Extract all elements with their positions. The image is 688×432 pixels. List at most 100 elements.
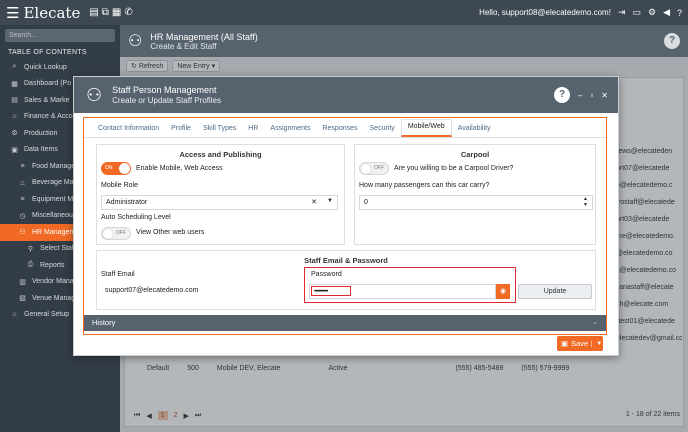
folder-icon: ▣ [11,146,18,154]
save-button[interactable]: ▣ Save ▼ [557,336,603,351]
modal-subtitle: Create or Update Staff Profiles [112,96,221,105]
passengers-stepper[interactable]: 0 ▲ ▼ [359,195,593,210]
toc-heading: TABLE OF CONTENTS [8,49,87,56]
sidebar-item-label: Data Items [24,146,58,154]
greeting-text: Hello, support08@elecatedemo.com! [479,8,611,17]
enable-web-label: Enable Mobile, Web Access [136,165,223,172]
megaphone-icon[interactable]: ◀ [663,7,670,18]
page-subtitle: Create & Edit Staff [150,41,217,51]
maximize-icon[interactable]: ▫ [590,91,593,100]
auto-scheduling-label: Auto Scheduling Level [101,214,171,221]
tab-responses[interactable]: Responses [316,125,363,137]
carpool-question: Are you willing to be a Carpool Driver? [394,165,514,172]
tab-profile[interactable]: Profile [165,125,197,137]
history-panel[interactable]: History ⌄ [84,315,606,331]
sidebar-item-label: Select Staff [40,245,76,253]
print-icon: ⎙ [27,261,34,269]
password-highlight-box [304,267,516,303]
carpool-toggle[interactable]: OFF [359,162,389,175]
tab-contact-information[interactable]: Contact Information [92,125,165,137]
folder-icon[interactable]: ▭ [632,7,641,18]
passengers-label: How many passengers can this car carry? [359,182,490,189]
modal-title: Staff Person Management [112,85,217,95]
people-icon: ⚇ [19,229,26,237]
staff-email-label: Staff Email [101,271,135,278]
brand-name: Elecate [23,3,81,22]
sidebar-item-label: Vendor Mana [32,278,74,286]
vendor-icon: ▥ [19,278,26,286]
mobile-role-select[interactable]: Administrator ✕ ▼ [101,195,338,210]
save-dropdown-icon[interactable]: ▼ [591,340,606,347]
brand[interactable]: ☰ Elecate ▤⧉▦✆ [6,4,136,22]
sidebar-item-label: Food Manage [32,162,76,170]
help-icon[interactable]: ? [554,87,570,103]
clock-icon: ◷ [19,212,26,220]
view-web-users-toggle[interactable]: OFF [101,227,131,240]
help-icon[interactable]: ? [664,33,680,49]
chart-icon: ▤ [11,97,18,105]
search-icon: ⌕ [12,63,17,71]
page-title: HR Management (All Staff) [150,31,258,42]
sidebar-item[interactable]: ⌕ Quick Lookup [0,59,120,76]
sidebar-search-input[interactable]: Search... [5,29,115,42]
tab-hr[interactable]: HR [242,125,264,137]
staff-email-field[interactable]: support07@elecatedemo.com [101,284,297,299]
sidebar-item-label: Production [24,129,58,137]
sidebar-item-label: Finance & Acco [24,113,73,121]
help-icon[interactable]: ? [677,8,682,18]
tab-security[interactable]: Security [364,125,401,137]
logout-icon[interactable]: ⇥ [618,7,626,18]
sidebar-item-label: Dashboard (Po [24,80,72,88]
list-icon: ≡ [20,162,25,170]
gear-icon[interactable]: ⚙ [648,7,656,18]
modal-body: Contact Information Profile Skill Types HR A… [83,117,607,335]
toolbar-icons[interactable]: ▤⧉▦✆ [89,7,135,18]
bank-icon: ⌂ [12,113,17,121]
chevron-down-icon[interactable]: ⌄ [592,318,598,326]
enable-web-toggle[interactable]: ON [101,162,131,175]
view-web-users-label: View Other web users [136,229,205,236]
email-password-heading: Staff Email & Password [304,256,388,265]
tab-strip: Contact Information Profile Skill Types HR A… [84,118,606,138]
history-label: History [92,318,116,327]
tab-mobile-web[interactable]: Mobile/Web [400,119,452,137]
sidebar-item-label: Venue Manag [32,294,76,302]
sidebar-item-label: General Setup [24,311,70,319]
update-button[interactable]: Update [518,284,592,299]
setup-icon: ⌂ [12,311,17,319]
clear-icon[interactable]: ✕ [311,198,317,206]
sidebar-item-label: Beverage Ma [32,179,74,187]
password-value-highlight [311,286,351,296]
top-bar: ☰ Elecate ▤⧉▦✆ Hello, support08@elecated… [0,0,688,25]
staff-modal: ⚇ Staff Person Management Create or Upda… [73,76,619,356]
save-icon: ▣ [561,339,569,348]
sidebar-item-label: HR Managem [32,228,76,236]
beverage-icon: ♨ [19,179,26,187]
person-icon: ⚇ [86,84,103,105]
sidebar-item-label: Reports [40,261,65,269]
sidebar-item-label: Sales & Marke [24,96,70,104]
production-icon: ⚙ [11,130,18,138]
list-icon: ≡ [20,195,25,203]
passengers-value: 0 [364,199,368,206]
tab-assignments[interactable]: Assignments [264,125,316,137]
page-header: ⚇ HR Management (All Staff) Create & Edi… [120,25,688,57]
tab-skill-types[interactable]: Skill Types [197,125,242,137]
toggle-on-text: ON [105,165,113,171]
modal-header: ⚇ Staff Person Management Create or Upda… [74,77,618,113]
tab-availability[interactable]: Availability [452,125,497,137]
venue-icon: ▧ [19,295,26,303]
dashboard-icon: ▦ [11,80,18,88]
chevron-down-icon[interactable]: ▼ [327,198,333,204]
close-icon[interactable]: ✕ [601,91,608,100]
mobile-role-value: Administrator [106,199,148,206]
people-icon: ⚇ [128,33,143,50]
stepper-arrows-icon[interactable]: ▲ ▼ [583,196,588,208]
access-panel: Access and Publishing ON Enable Mobile, … [96,144,345,245]
minimize-icon[interactable]: – [578,91,582,100]
person-icon: ⚲ [27,245,34,253]
hamburger-menu-icon[interactable]: ☰ [6,4,19,22]
carpool-heading: Carpool [460,150,490,159]
sidebar-item-label: Miscellaneou [32,212,73,220]
sidebar-item-label: Equipment M [32,195,74,203]
